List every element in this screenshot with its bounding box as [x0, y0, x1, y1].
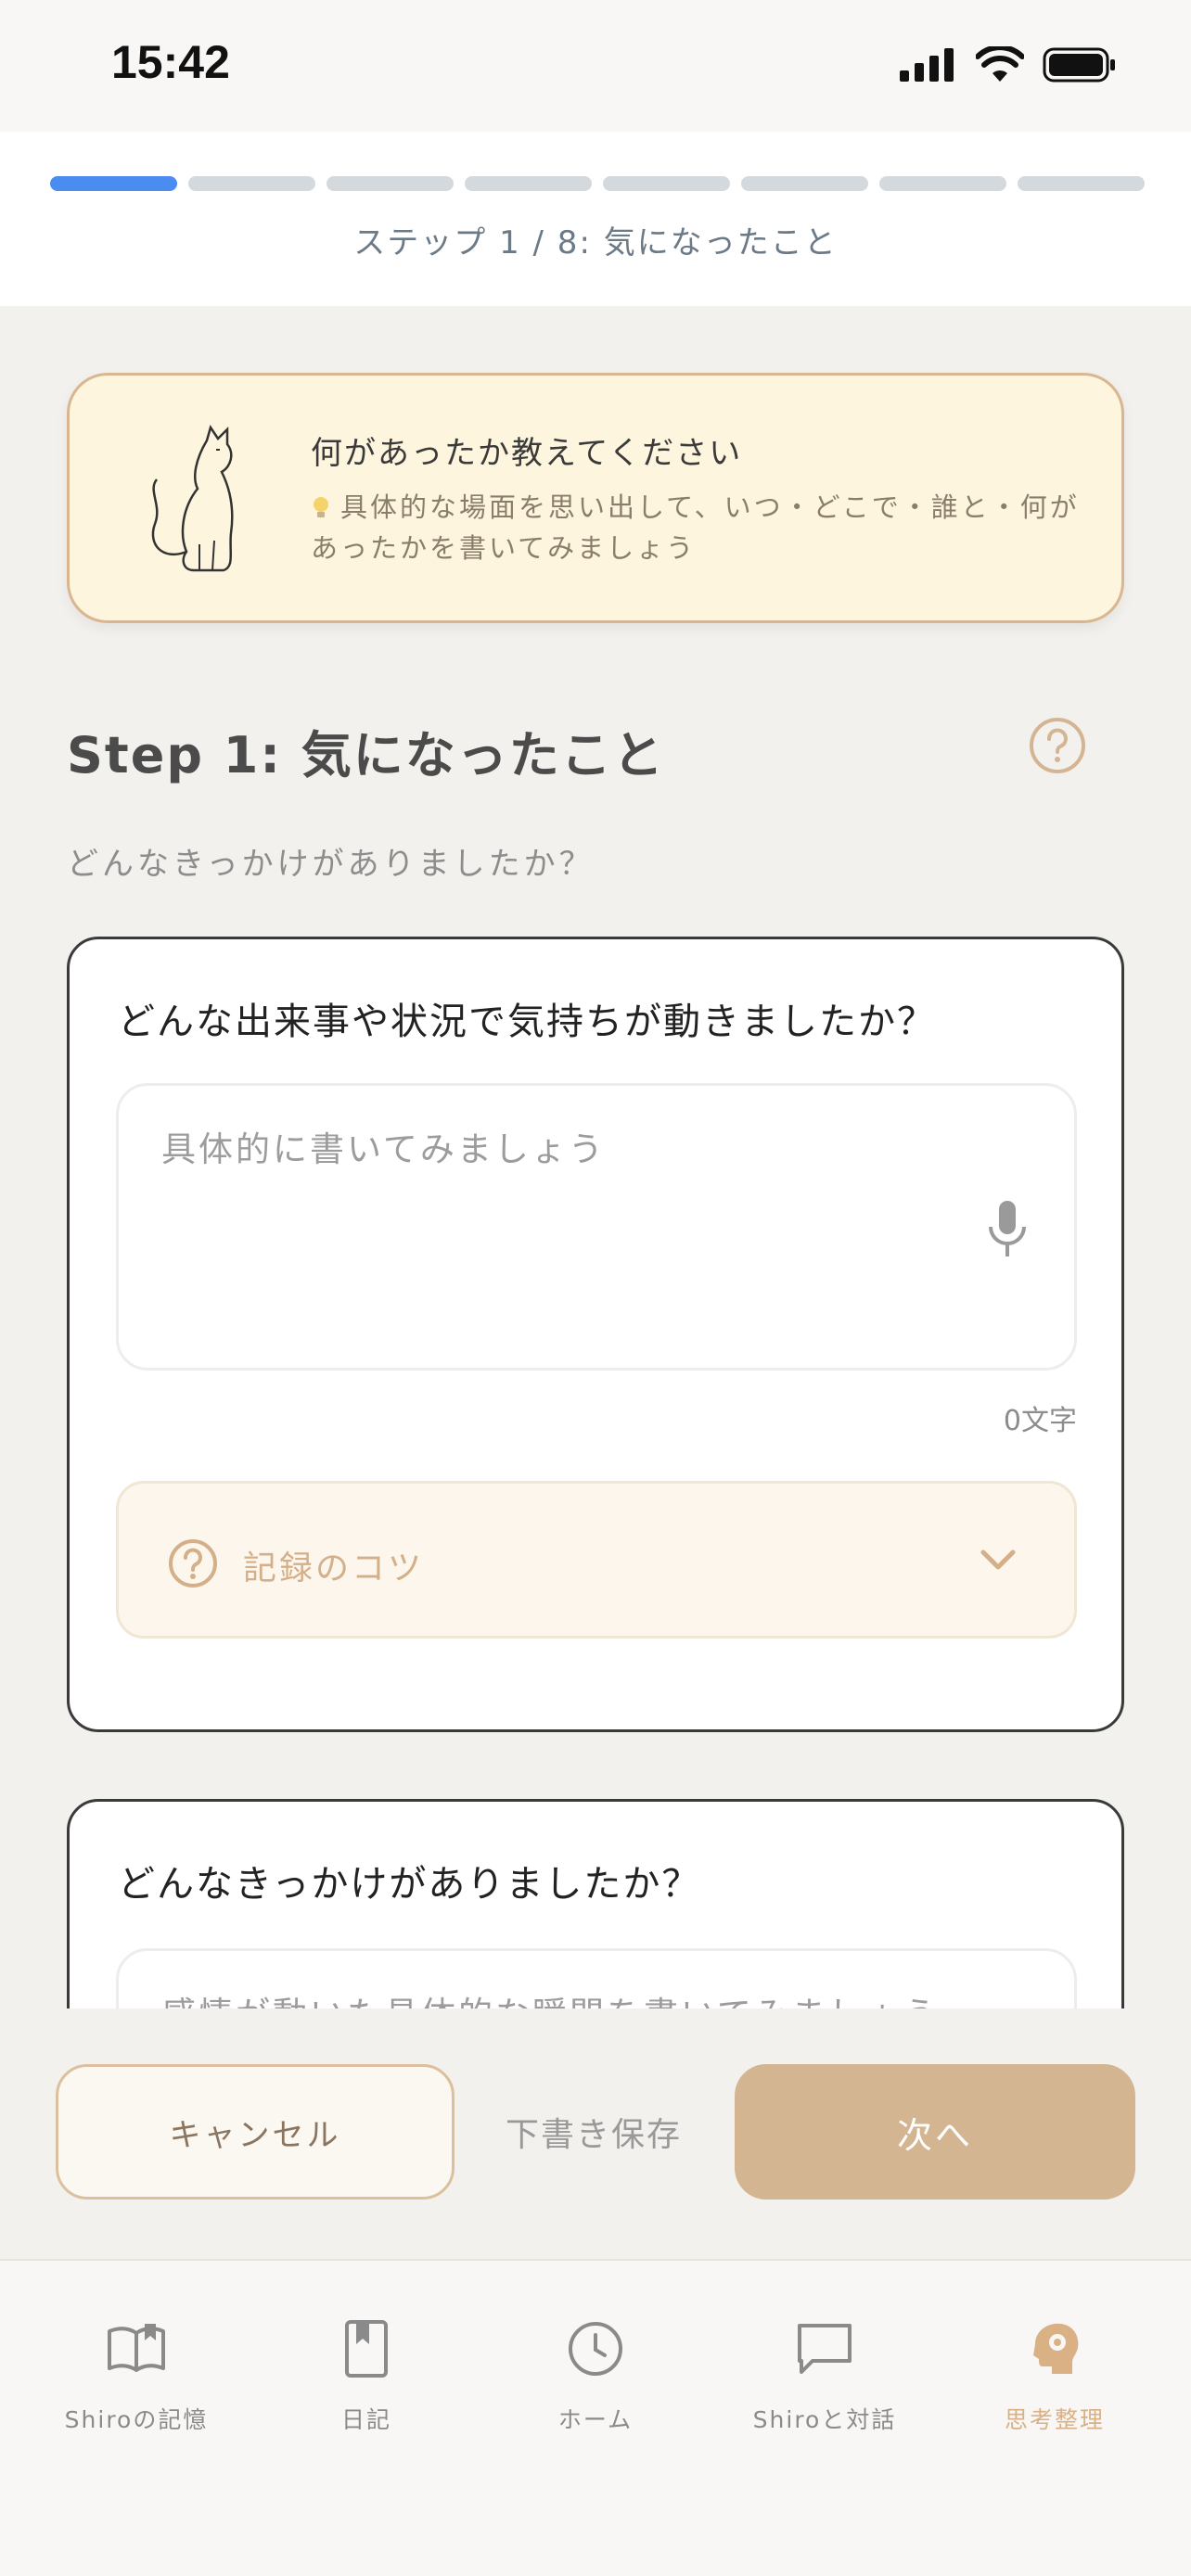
- action-bar: キャンセル 下書き保存 次へ: [0, 2009, 1191, 2259]
- microphone-icon[interactable]: [980, 1197, 1035, 1262]
- progress-header: ステップ 1 / 8: 気になったこと: [0, 132, 1191, 306]
- status-icons: [900, 46, 1117, 83]
- tab-label: Shiroの記憶: [64, 2406, 209, 2433]
- progress-segment-7: [879, 176, 1006, 191]
- hint-body-text: 具体的な場面を思い出して、いつ・どこで・誰と・何があったかを書いてみましょう: [311, 491, 1080, 564]
- clock-icon: [569, 2322, 622, 2376]
- step-heading: Step 1: 気になったこと: [67, 726, 665, 784]
- progress-segment-5: [603, 176, 730, 191]
- question-title: どんなきっかけがありましたか？: [118, 1863, 701, 1906]
- tab-label: ホーム: [557, 2406, 634, 2433]
- question-card-1: どんな出来事や状況で気持ちが動きましたか？ 0文字 記録のコツ: [67, 937, 1124, 1732]
- hint-body: 具体的な場面を思い出して、いつ・どこで・誰と・何があったかを書いてみましょう: [311, 487, 1090, 568]
- chat-bubble-icon: [798, 2324, 852, 2374]
- step-progress-bar: [50, 176, 1145, 191]
- progress-segment-6: [741, 176, 868, 191]
- recording-tips-accordion[interactable]: 記録のコツ: [116, 1481, 1077, 1639]
- help-circle-icon[interactable]: [1028, 716, 1087, 775]
- bookmark-book-icon: [345, 2320, 388, 2378]
- step-subtitle: どんなきっかけがありましたか？: [67, 846, 595, 883]
- tab-shiro-chat[interactable]: Shiroと対話: [709, 2316, 941, 2435]
- progress-segment-2: [188, 176, 315, 191]
- character-count: 0文字: [1003, 1405, 1077, 1437]
- wifi-icon: [976, 46, 1024, 82]
- tab-thought-organizer[interactable]: 思考整理: [939, 2316, 1171, 2435]
- tab-label: 思考整理: [1004, 2406, 1105, 2433]
- status-bar: 15:42: [0, 0, 1191, 132]
- progress-segment-3: [327, 176, 454, 191]
- brain-gear-icon: [1033, 2323, 1079, 2374]
- progress-segment-8: [1018, 176, 1145, 191]
- chevron-down-icon: [980, 1549, 1016, 1570]
- cancel-button[interactable]: キャンセル: [56, 2064, 455, 2200]
- hint-card: 何があったか教えてください 具体的な場面を思い出して、いつ・どこで・誰と・何があ…: [67, 373, 1124, 623]
- tab-diary[interactable]: 日記: [250, 2316, 482, 2435]
- cat-illustration-icon: [151, 425, 234, 572]
- lightbulb-icon: [314, 497, 328, 517]
- tab-home[interactable]: ホーム: [480, 2316, 711, 2435]
- answer-textarea[interactable]: [161, 1121, 978, 1325]
- book-open-icon: [108, 2324, 165, 2372]
- tab-label: Shiroと対話: [752, 2406, 897, 2433]
- question-title: どんな出来事や状況で気持ちが動きましたか？: [118, 1001, 936, 1043]
- tips-label: 記録のコツ: [243, 1549, 425, 1588]
- answer-input-box: [116, 1083, 1077, 1371]
- save-draft-button[interactable]: 下書き保存: [482, 2064, 705, 2200]
- step-progress-label: ステップ 1 / 8: 気になったこと: [353, 224, 838, 261]
- hint-title: 何があったか教えてください: [311, 435, 743, 472]
- progress-segment-1: [50, 176, 177, 191]
- tab-label: 日記: [340, 2406, 391, 2433]
- battery-icon: [1043, 47, 1115, 83]
- progress-segment-4: [465, 176, 592, 191]
- tab-shiro-memory[interactable]: Shiroの記憶: [20, 2316, 252, 2435]
- next-button[interactable]: 次へ: [735, 2064, 1135, 2200]
- help-circle-icon: [169, 1539, 217, 1588]
- cellular-signal-icon: [900, 48, 954, 82]
- status-time: 15:42: [111, 36, 230, 88]
- tab-bar: Shiroの記憶 日記 ホーム Shiroと対話 思考整理: [0, 2259, 1191, 2576]
